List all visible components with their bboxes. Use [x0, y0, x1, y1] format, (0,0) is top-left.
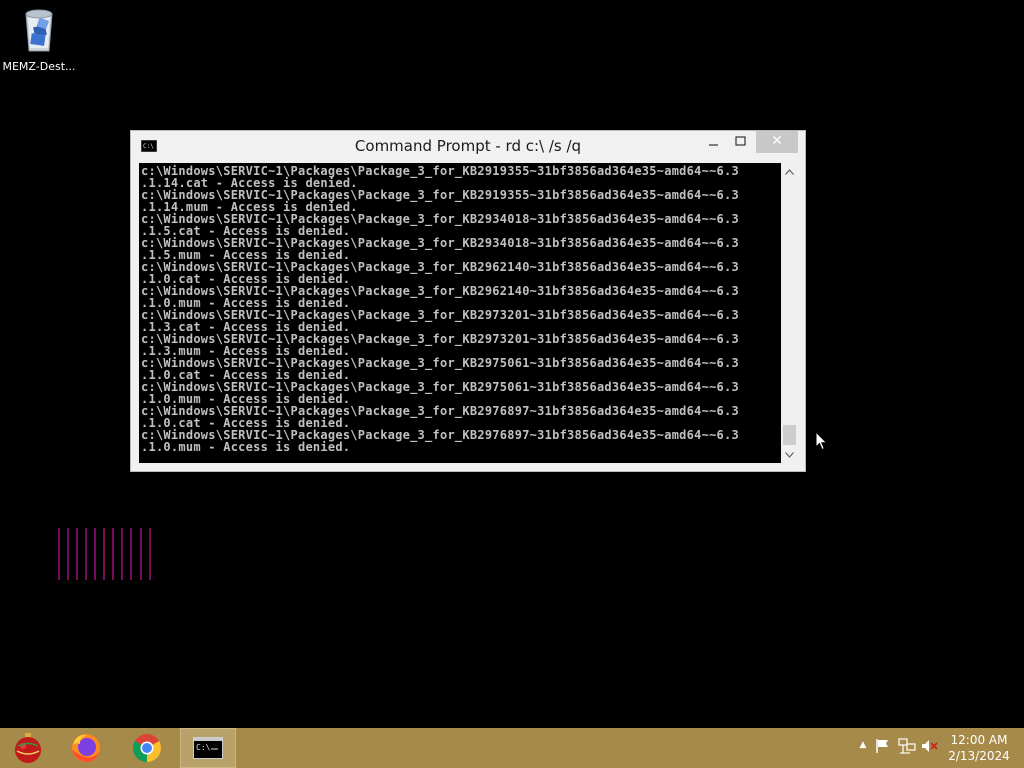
title-bar[interactable]: C:\ Command Prompt - rd c:\ /s /q ✕ — [131, 131, 805, 163]
scroll-thumb[interactable] — [783, 425, 796, 445]
chevron-up-icon — [785, 169, 794, 175]
taskbar-app-command-prompt[interactable]: C:\ — [180, 728, 236, 768]
ornament-start-icon — [15, 733, 41, 763]
minimize-icon — [709, 144, 718, 146]
close-icon: ✕ — [771, 133, 783, 149]
desktop-icon-memz[interactable]: MEMZ-Dest... — [0, 4, 78, 76]
maximize-icon — [735, 136, 746, 146]
show-hidden-icons-button[interactable]: ▲ — [854, 740, 872, 758]
desktop: MEMZ-Dest... C:\ Command Prompt - rd c:\… — [0, 0, 1024, 728]
minimize-button[interactable] — [701, 131, 725, 153]
network-icon[interactable] — [898, 738, 916, 756]
scroll-down-button[interactable] — [781, 446, 798, 463]
scroll-up-button[interactable] — [781, 163, 798, 180]
command-prompt-window[interactable]: C:\ Command Prompt - rd c:\ /s /q ✕ c:\W… — [130, 130, 806, 472]
chrome-icon — [133, 734, 161, 762]
firefox-icon — [72, 734, 100, 762]
clock-time: 12:00 AM — [950, 733, 1008, 747]
close-button[interactable]: ✕ — [756, 131, 798, 153]
taskbar: C:\ ▲ 12:00 AM 2/13/2024 — [0, 728, 1024, 768]
taskbar-app-ornament[interactable] — [0, 728, 56, 768]
taskbar-clock[interactable]: 12:00 AM 2/13/2024 — [934, 732, 1024, 764]
glitch-lines — [58, 528, 151, 580]
clock-date: 2/13/2024 — [948, 749, 1010, 763]
vertical-scrollbar[interactable] — [781, 163, 798, 463]
console-output[interactable]: c:\Windows\SERVIC~1\Packages\Package_3_f… — [139, 163, 781, 463]
command-prompt-icon: C:\ — [193, 737, 223, 759]
console-lines: c:\Windows\SERVIC~1\Packages\Package_3_f… — [139, 163, 781, 453]
chevron-down-icon — [785, 452, 794, 458]
desktop-icon-label: MEMZ-Dest... — [2, 60, 76, 73]
taskbar-cmd-icon-text: C:\ — [196, 743, 211, 752]
mouse-cursor-icon — [815, 431, 828, 451]
console-line: .1.0.mum - Access is denied. — [141, 440, 351, 454]
recycle-bin-icon — [25, 9, 53, 52]
maximize-button[interactable] — [728, 131, 752, 153]
taskbar-app-firefox[interactable] — [58, 728, 114, 768]
taskbar-app-chrome[interactable] — [119, 728, 175, 768]
action-center-flag-icon[interactable] — [874, 738, 892, 756]
